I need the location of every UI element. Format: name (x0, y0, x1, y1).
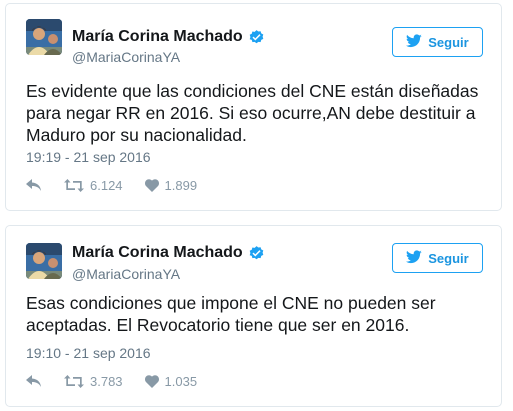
follow-button-label: Seguir (428, 250, 469, 266)
author-handle[interactable]: @MariaCorinaYA (72, 266, 180, 282)
author-name-text[interactable]: María Corina Machado (72, 244, 243, 262)
heart-icon (144, 375, 159, 388)
heart-icon (144, 179, 159, 192)
follow-button[interactable]: Seguir (392, 27, 483, 57)
verified-badge-icon (248, 245, 265, 262)
author-name[interactable]: María Corina Machado (72, 244, 265, 262)
retweet-button[interactable]: 6.124 (64, 178, 123, 193)
retweet-button[interactable]: 3.783 (64, 374, 123, 389)
reply-button[interactable] (26, 179, 42, 192)
reply-icon (26, 375, 42, 388)
retweet-count: 6.124 (90, 178, 123, 193)
author-handle[interactable]: @MariaCorinaYA (72, 49, 180, 65)
tweet-card: María Corina Machado @MariaCorinaYA Segu… (5, 3, 502, 211)
reply-icon (26, 179, 42, 192)
avatar[interactable] (26, 243, 62, 279)
like-button[interactable]: 1.035 (144, 374, 198, 389)
reply-button[interactable] (26, 375, 42, 388)
author-name-text[interactable]: María Corina Machado (72, 28, 243, 46)
retweet-count: 3.783 (90, 374, 123, 389)
author-name[interactable]: María Corina Machado (72, 28, 265, 46)
tweet-text: Esas condiciones que impone el CNE no pu… (26, 293, 436, 335)
tweet-timestamp[interactable]: 19:19 - 21 sep 2016 (26, 149, 151, 165)
follow-button-label: Seguir (428, 34, 469, 50)
like-button[interactable]: 1.899 (144, 178, 198, 193)
retweet-icon (64, 375, 84, 388)
verified-badge-icon (248, 29, 265, 46)
follow-button[interactable]: Seguir (392, 243, 483, 273)
tweet-card: María Corina Machado @MariaCorinaYA Segu… (5, 225, 502, 407)
twitter-bird-icon (406, 249, 422, 267)
tweet-timestamp[interactable]: 19:10 - 21 sep 2016 (26, 345, 151, 361)
tweet-text: Es evidente que las condiciones del CNE … (26, 81, 479, 145)
twitter-bird-icon (406, 33, 422, 51)
like-count: 1.035 (164, 374, 198, 389)
avatar[interactable] (26, 19, 62, 55)
tweet-actions: 3.783 1.035 (26, 374, 219, 389)
tweet-actions: 6.124 1.899 (26, 178, 219, 193)
like-count: 1.899 (164, 178, 198, 193)
retweet-icon (64, 179, 84, 192)
